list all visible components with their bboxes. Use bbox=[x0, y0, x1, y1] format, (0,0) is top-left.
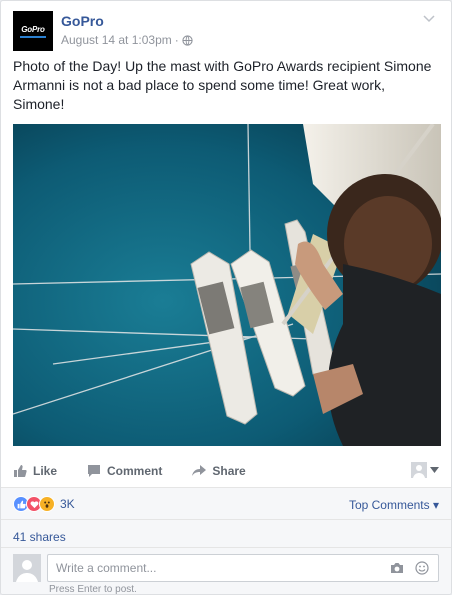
like-label: Like bbox=[33, 464, 58, 478]
chevron-down-icon[interactable] bbox=[423, 15, 435, 23]
post-actions: Like Comment Share bbox=[13, 456, 439, 486]
caret-down-icon bbox=[430, 467, 439, 473]
post-meta: August 14 at 1:03pm · bbox=[61, 33, 193, 47]
reactions-bar: 3K Top Comments ▾ bbox=[1, 487, 451, 519]
comment-hint: Press Enter to post. bbox=[49, 584, 137, 595]
comment-icon bbox=[88, 465, 101, 477]
logo-bar bbox=[20, 36, 46, 38]
comment-composer: Press Enter to post. bbox=[1, 547, 451, 594]
share-button[interactable]: Share bbox=[192, 464, 246, 478]
page-name-link[interactable]: GoPro bbox=[61, 13, 104, 29]
caret-down-icon: ▾ bbox=[429, 498, 439, 512]
wow-reaction-icon bbox=[39, 496, 55, 512]
thumbs-up-icon bbox=[14, 465, 27, 477]
reaction-count[interactable]: 3K bbox=[60, 497, 75, 511]
photo-illustration bbox=[13, 124, 441, 446]
shares-link[interactable]: 41 shares bbox=[13, 530, 66, 544]
comment-button[interactable]: Comment bbox=[87, 464, 162, 478]
viewer-selector[interactable] bbox=[411, 462, 439, 478]
top-comments-dropdown[interactable]: Top Comments ▾ bbox=[349, 498, 439, 512]
user-avatar bbox=[13, 554, 41, 582]
share-icon bbox=[192, 465, 207, 476]
reaction-summary[interactable]: 3K bbox=[13, 496, 75, 512]
post-header: GoPro GoPro August 14 at 1:03pm · bbox=[13, 11, 439, 51]
top-comments-label: Top Comments bbox=[348, 498, 430, 512]
logo-text: GoPro bbox=[21, 25, 45, 34]
comment-label: Comment bbox=[107, 464, 163, 478]
like-button[interactable]: Like bbox=[13, 464, 57, 478]
post-photo[interactable] bbox=[13, 124, 441, 446]
post-card: GoPro GoPro August 14 at 1:03pm · Photo … bbox=[0, 0, 452, 595]
post-text-paragraph-1: Photo of the Day! Up the mast with GoPro… bbox=[13, 58, 432, 112]
comment-box bbox=[47, 554, 439, 582]
globe-icon[interactable] bbox=[182, 34, 193, 46]
comment-input[interactable] bbox=[48, 555, 368, 581]
viewer-avatar-icon bbox=[411, 462, 427, 478]
page-avatar[interactable]: GoPro bbox=[13, 11, 53, 51]
smiley-icon[interactable] bbox=[415, 561, 429, 575]
meta-separator: · bbox=[174, 33, 179, 47]
share-label: Share bbox=[212, 464, 246, 478]
camera-icon[interactable] bbox=[390, 562, 404, 574]
timestamp-link[interactable]: August 14 at 1:03pm bbox=[61, 33, 172, 47]
